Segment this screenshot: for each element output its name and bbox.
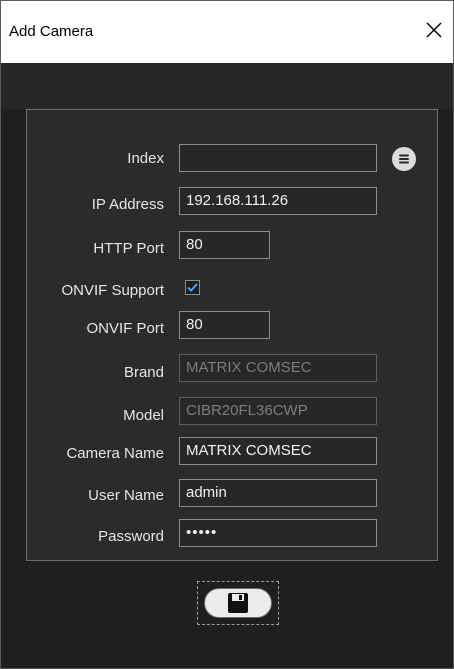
header-strip (1, 63, 453, 109)
onvif-support-checkbox[interactable] (185, 280, 200, 295)
password-label: Password (98, 528, 164, 545)
list-icon (399, 154, 409, 164)
save-button[interactable] (204, 588, 272, 618)
add-camera-dialog: Add Camera Index IP Address 192.168.111.… (0, 0, 454, 669)
title-bar: Add Camera (1, 1, 453, 63)
model-field: CIBR20FL36CWP (179, 397, 377, 425)
camera-name-label: Camera Name (66, 445, 164, 462)
model-label: Model (123, 407, 164, 424)
index-list-button[interactable] (392, 147, 416, 171)
camera-name-field[interactable]: MATRIX COMSEC (179, 437, 377, 465)
onvif-port-label: ONVIF Port (86, 320, 164, 337)
user-name-field[interactable]: admin (179, 479, 377, 507)
password-field[interactable]: ••••• (179, 519, 377, 547)
http-port-field[interactable]: 80 (179, 231, 270, 259)
checkmark-icon (187, 283, 198, 292)
save-button-focus-frame (197, 581, 279, 625)
index-label: Index (127, 150, 164, 167)
onvif-port-field[interactable]: 80 (179, 311, 270, 339)
window-title: Add Camera (9, 23, 94, 40)
ip-address-label: IP Address (91, 196, 164, 213)
ip-address-field[interactable]: 192.168.111.26 (179, 187, 377, 215)
index-field[interactable] (179, 144, 377, 172)
brand-label: Brand (123, 364, 164, 381)
user-name-label: User Name (88, 487, 164, 504)
brand-field: MATRIX COMSEC (179, 354, 377, 382)
floppy-disk-icon (228, 593, 248, 613)
close-icon[interactable] (421, 17, 447, 43)
onvif-support-label: ONVIF Support (61, 282, 164, 299)
http-port-label: HTTP Port (93, 240, 164, 257)
